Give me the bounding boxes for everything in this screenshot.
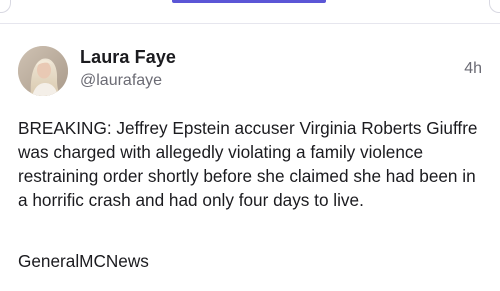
post-body: BREAKING: Jeffrey Epstein accuser Virgin… bbox=[18, 118, 478, 210]
post-timestamp: 4h bbox=[464, 60, 482, 77]
avatar-photo-icon bbox=[18, 46, 68, 96]
previous-card-edge bbox=[0, 0, 500, 24]
post-source: GeneralMCNews bbox=[18, 251, 149, 271]
feed-page: Laura Faye @laurafaye 4h BREAKING: Jeffr… bbox=[0, 0, 500, 291]
author-handle[interactable]: @laurafaye bbox=[80, 72, 162, 90]
post-card[interactable]: Laura Faye @laurafaye 4h BREAKING: Jeffr… bbox=[0, 24, 500, 291]
card-corner-left bbox=[0, 0, 11, 13]
card-corner-right bbox=[489, 0, 500, 13]
author-name[interactable]: Laura Faye bbox=[80, 47, 176, 68]
active-tab-indicator[interactable] bbox=[172, 0, 326, 3]
avatar[interactable] bbox=[18, 46, 68, 96]
